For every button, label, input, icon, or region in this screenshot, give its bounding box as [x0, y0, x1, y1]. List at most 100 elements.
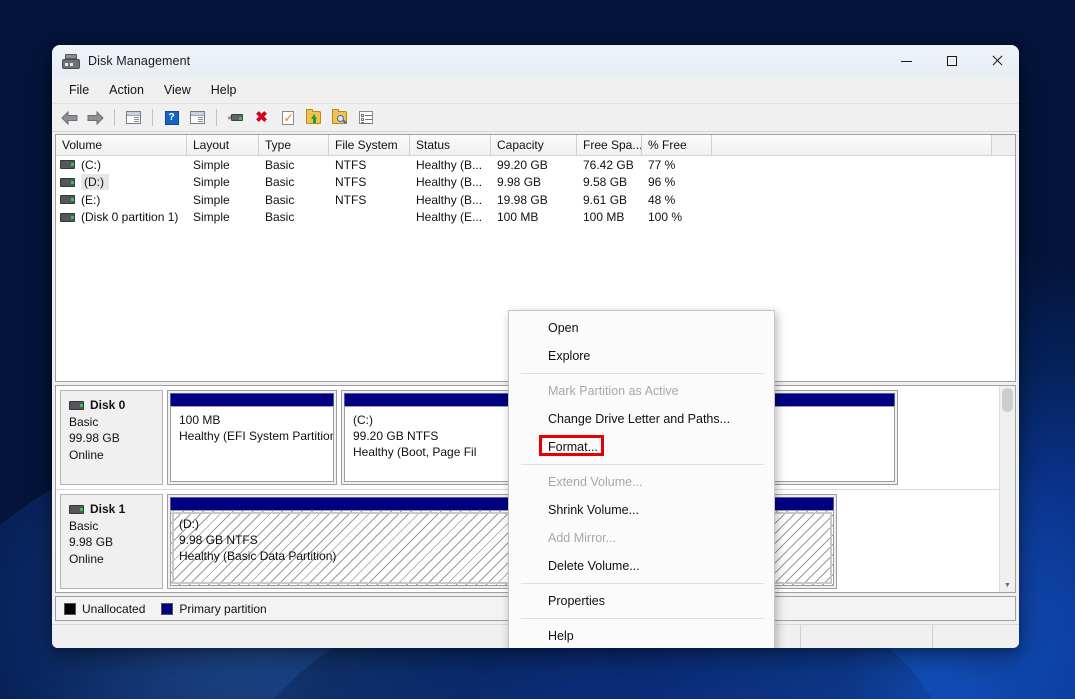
cell-file-system: NTFS: [335, 175, 367, 190]
partition-block[interactable]: 100 MB Healthy (EFI System Partition): [167, 390, 337, 485]
column-header-type[interactable]: Type: [259, 135, 329, 155]
close-button[interactable]: [974, 45, 1019, 77]
partition-details: 100 MB Healthy (EFI System Partition): [170, 406, 334, 482]
column-header-free-spa[interactable]: Free Spa...: [577, 135, 642, 155]
show-hide-console-tree-button[interactable]: [122, 107, 145, 129]
menu-item-add-mirror: Add Mirror...: [509, 524, 774, 552]
menu-item-format[interactable]: Format...: [509, 433, 774, 461]
menu-item-delete-volume[interactable]: Delete Volume...: [509, 552, 774, 580]
attach-vhd-icon: [332, 109, 348, 124]
cell-type: Basic: [265, 192, 295, 207]
disk-size: 9.98 GB: [69, 535, 114, 549]
menu-item-shrink-volume[interactable]: Shrink Volume...: [509, 496, 774, 524]
cell-free-space: 100 MB: [583, 210, 625, 225]
help-button[interactable]: ?: [160, 107, 183, 129]
scrollbar-thumb[interactable]: [1002, 388, 1013, 412]
show-hide-action-pane-button[interactable]: [186, 107, 209, 129]
properties-icon: [281, 110, 294, 125]
disk-management-icon: [62, 53, 80, 69]
title-bar[interactable]: Disk Management: [52, 45, 1019, 77]
menu-item-change-drive-letter-and-paths[interactable]: Change Drive Letter and Paths...: [509, 405, 774, 433]
cell-volume: (Disk 0 partition 1): [56, 210, 187, 224]
maximize-button[interactable]: [929, 45, 974, 77]
forward-button[interactable]: [84, 107, 107, 129]
back-icon: [61, 110, 78, 125]
menu-item-label: Shrink Volume...: [548, 503, 640, 517]
cell-free-space: 76.42 GB: [583, 157, 634, 172]
menu-item-label: Mark Partition as Active: [548, 384, 679, 398]
table-row[interactable]: (C:) Simple Basic NTFS Healthy (B... 99.20 GB…: [56, 156, 1015, 174]
column-header-free[interactable]: % Free: [642, 135, 712, 155]
cell-capacity: 100 MB: [497, 210, 539, 225]
menu-item-explore[interactable]: Explore: [509, 342, 774, 370]
column-header-status[interactable]: Status: [410, 135, 491, 155]
column-header-file-system[interactable]: File System: [329, 135, 410, 155]
table-row[interactable]: (E:) Simple Basic NTFS Healthy (B... 19.98 GB…: [56, 191, 1015, 209]
all-tasks-button[interactable]: [354, 107, 377, 129]
volume-label: (D:): [81, 174, 109, 191]
volume-label: (C:): [81, 157, 101, 172]
back-button[interactable]: [58, 107, 81, 129]
table-row[interactable]: (D:) Simple Basic NTFS Healthy (B... 9.98 GB 9…: [56, 174, 1015, 192]
menu-view[interactable]: View: [155, 80, 200, 100]
menu-item-label: Open: [548, 321, 579, 335]
context-menu[interactable]: Open Explore Mark Partition as Active Chang…: [508, 310, 775, 648]
cell-status: Healthy (B...: [416, 192, 483, 207]
show-hide-action-pane-icon: [190, 111, 205, 124]
cell-free-space: 9.61 GB: [583, 192, 628, 207]
cell-file-system: NTFS: [335, 192, 367, 207]
delete-button[interactable]: ✖: [250, 107, 273, 129]
menu-item-label: Explore: [548, 349, 591, 363]
cell-capacity: 9.98 GB: [497, 175, 542, 190]
status-segment: [933, 625, 1019, 648]
cell-volume: (C:): [56, 158, 187, 172]
cell-volume: (D:): [56, 174, 187, 191]
menu-file[interactable]: File: [60, 80, 98, 100]
menu-separator: [521, 618, 764, 619]
title-bar-left: Disk Management: [52, 53, 190, 69]
cell-file-system: NTFS: [335, 157, 367, 172]
cell-free-space: 9.58 GB: [583, 175, 628, 190]
volume-label: (E:): [81, 192, 101, 207]
create-vhd-button[interactable]: [302, 107, 325, 129]
menu-item-label: Properties: [548, 594, 605, 608]
minimize-button[interactable]: [884, 45, 929, 77]
menu-item-open[interactable]: Open: [509, 314, 774, 342]
cell-capacity: 19.98 GB: [497, 192, 548, 207]
menu-item-label: Add Mirror...: [548, 531, 617, 545]
delete-icon: ✖: [255, 109, 268, 126]
table-row[interactable]: (Disk 0 partition 1) Simple Basic Healthy (…: [56, 209, 1015, 227]
disk-info-panel[interactable]: Disk 1 Basic 9.98 GB Online: [60, 494, 163, 589]
rescan-disks-icon: [227, 112, 244, 123]
disk-info-panel[interactable]: Disk 0 Basic 99.98 GB Online: [60, 390, 163, 485]
column-header-blank[interactable]: [712, 135, 992, 155]
cell-volume: (E:): [56, 193, 187, 207]
close-icon: [991, 55, 1003, 67]
menu-item-mark-partition-as-active: Mark Partition as Active: [509, 377, 774, 405]
drive-icon: [60, 160, 75, 170]
legend-item: Primary partition: [161, 602, 267, 616]
menu-action[interactable]: Action: [100, 80, 153, 100]
menu-item-properties[interactable]: Properties: [509, 587, 774, 615]
legend-item: Unallocated: [64, 602, 145, 616]
disk-management-window: Disk Management File Action View Help ? …: [52, 45, 1019, 648]
properties-button[interactable]: [276, 107, 299, 129]
column-header-capacity[interactable]: Capacity: [491, 135, 577, 155]
menu-separator: [521, 464, 764, 465]
menu-item-help[interactable]: Help: [509, 622, 774, 648]
menu-help[interactable]: Help: [202, 80, 246, 100]
window-controls: [884, 45, 1019, 77]
attach-vhd-button[interactable]: [328, 107, 351, 129]
show-hide-console-tree-icon: [126, 111, 141, 124]
disk-state: Online: [69, 551, 104, 566]
column-header-volume[interactable]: Volume: [56, 135, 187, 155]
column-header-layout[interactable]: Layout: [187, 135, 259, 155]
cell-layout: Simple: [193, 175, 230, 190]
all-tasks-icon: [358, 111, 373, 124]
cell-percent-free: 77 %: [648, 157, 676, 172]
disk-name: Disk 1: [69, 501, 162, 518]
scroll-down-icon[interactable]: ▼: [1000, 578, 1015, 592]
rescan-disks-button[interactable]: [224, 107, 247, 129]
graphical-view-scrollbar[interactable]: ▲ ▼: [999, 386, 1015, 592]
cell-type: Basic: [265, 157, 295, 172]
